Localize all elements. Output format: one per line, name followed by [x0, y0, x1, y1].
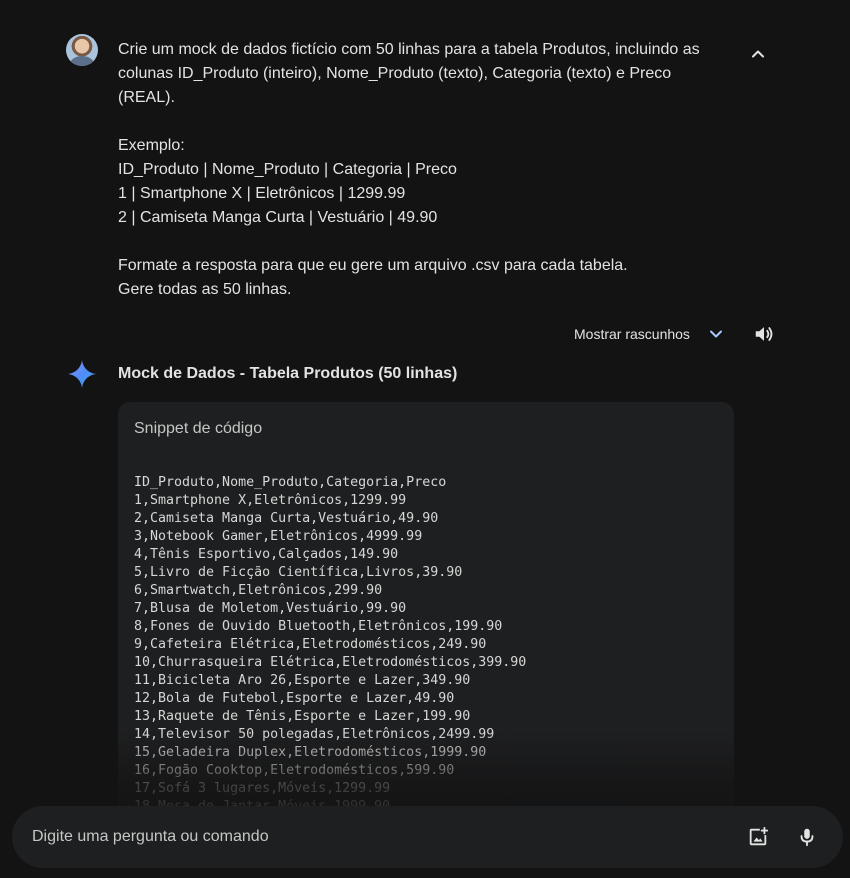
user-prompt: Crie um mock de dados fictício com 50 li… — [118, 38, 728, 302]
code-snippet-card: Snippet de código ID_Produto,Nome_Produt… — [118, 402, 734, 822]
prompt-input-bar — [12, 806, 843, 868]
code-line: ID_Produto,Nome_Produto,Categoria,Preco — [134, 475, 447, 490]
code-line: 12,Bola de Futebol,Esporte e Lazer,49.90 — [134, 691, 455, 706]
code-line: 10,Churrasqueira Elétrica,Eletrodoméstic… — [134, 655, 527, 670]
collapse-prompt-button[interactable] — [746, 42, 770, 66]
code-line: 9,Cafeteira Elétrica,Eletrodomésticos,24… — [134, 637, 487, 652]
prompt-line — [118, 230, 728, 254]
code-line: 16,Fogão Cooktop,Eletrodomésticos,599.90 — [134, 763, 455, 778]
code-line: 11,Bicicleta Aro 26,Esporte e Lazer,349.… — [134, 673, 471, 688]
code-line: 6,Smartwatch,Eletrônicos,299.90 — [134, 583, 383, 598]
user-avatar — [66, 34, 98, 66]
code-line: 13,Raquete de Tênis,Esporte e Lazer,199.… — [134, 709, 471, 724]
prompt-line: Exemplo: — [118, 137, 185, 154]
code-block[interactable]: ID_Produto,Nome_Produto,Categoria,Preco 1… — [134, 474, 526, 816]
code-line: 5,Livro de Ficção Científica,Livros,39.9… — [134, 565, 463, 580]
prompt-line: 1 | Smartphone X | Eletrônicos | 1299.99 — [118, 185, 406, 202]
code-line: 4,Tênis Esportivo,Calçados,149.90 — [134, 547, 399, 562]
prompt-line: Gere todas as 50 linhas. — [118, 281, 292, 298]
show-drafts-label: Mostrar rascunhos — [574, 326, 690, 342]
chevron-up-icon — [752, 50, 764, 58]
prompt-line: Crie um mock de dados fictício com 50 li… — [118, 41, 700, 58]
chevron-down-icon — [709, 330, 722, 338]
add-image-button[interactable] — [746, 825, 770, 849]
add-image-icon — [749, 826, 769, 846]
code-snippet-label: Snippet de código — [134, 420, 263, 437]
microphone-icon — [800, 828, 814, 847]
prompt-line: colunas ID_Produto (inteiro), Nome_Produ… — [118, 65, 672, 82]
code-line: 7,Blusa de Moletom,Vestuário,99.90 — [134, 601, 407, 616]
microphone-button[interactable] — [795, 825, 819, 849]
volume-icon — [755, 327, 773, 341]
prompt-line — [118, 110, 728, 134]
response-title: Mock de Dados - Tabela Produtos (50 linh… — [118, 365, 458, 382]
code-line: 15,Geladeira Duplex,Eletrodomésticos,199… — [134, 745, 487, 760]
prompt-line: (REAL). — [118, 89, 175, 106]
code-line: 14,Televisor 50 polegadas,Eletrônicos,24… — [134, 727, 495, 742]
code-line: 1,Smartphone X,Eletrônicos,1299.99 — [134, 493, 407, 508]
sparkle-icon — [68, 360, 96, 388]
prompt-line: Formate a resposta para que eu gere um a… — [118, 257, 628, 274]
prompt-line: ID_Produto | Nome_Produto | Categoria | … — [118, 161, 457, 178]
show-drafts-button[interactable]: Mostrar rascunhos — [574, 322, 726, 346]
code-line: 2,Camiseta Manga Curta,Vestuário,49.90 — [134, 511, 439, 526]
prompt-line: 2 | Camiseta Manga Curta | Vestuário | 4… — [118, 209, 438, 226]
prompt-input[interactable] — [32, 824, 712, 850]
code-line: 3,Notebook Gamer,Eletrônicos,4999.99 — [134, 529, 423, 544]
code-line: 8,Fones de Ouvido Bluetooth,Eletrônicos,… — [134, 619, 503, 634]
read-aloud-button[interactable] — [752, 322, 776, 346]
code-line: 17,Sofá 3 lugares,Móveis,1299.99 — [134, 781, 391, 796]
